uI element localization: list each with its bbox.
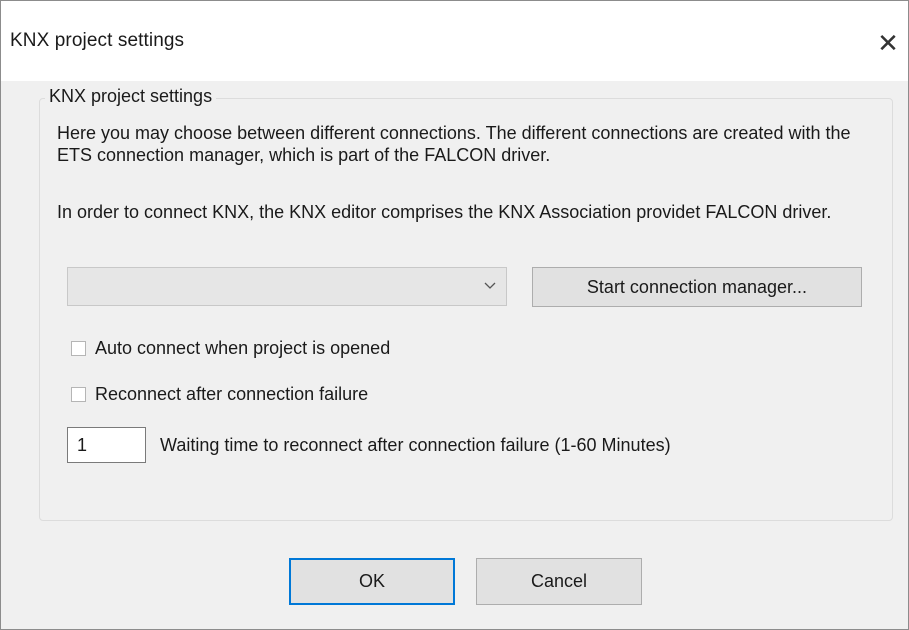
description-connections: Here you may choose between different co… [57, 123, 851, 165]
connection-combobox[interactable] [67, 267, 507, 306]
start-connection-manager-button[interactable]: Start connection manager... [532, 267, 862, 307]
description-falcon-driver: In order to connect KNX, the KNX editor … [57, 202, 832, 222]
auto-connect-label: Auto connect when project is opened [95, 338, 391, 358]
waiting-time-input[interactable] [67, 427, 146, 463]
cancel-button[interactable]: Cancel [476, 558, 642, 605]
reconnect-checkbox[interactable] [71, 387, 86, 402]
waiting-time-label: Waiting time to reconnect after connecti… [160, 435, 671, 455]
reconnect-option[interactable]: Reconnect after connection failure [71, 384, 368, 405]
reconnect-label: Reconnect after connection failure [95, 384, 369, 404]
start-connection-manager-label: Start connection manager... [586, 276, 808, 297]
cancel-label: Cancel [530, 571, 588, 591]
auto-connect-checkbox[interactable] [71, 341, 86, 356]
group-legend: KNX project settings [45, 86, 217, 107]
ok-label: OK [358, 571, 385, 591]
title-bar[interactable]: KNX project settings ✕ [1, 1, 908, 81]
close-icon: ✕ [877, 27, 899, 58]
chevron-down-icon [484, 282, 496, 289]
dialog-window: KNX project settings ✕ KNX project setti… [0, 0, 909, 630]
auto-connect-option[interactable]: Auto connect when project is opened [71, 338, 390, 359]
close-button[interactable]: ✕ [868, 21, 908, 65]
ok-button[interactable]: OK [289, 558, 455, 605]
window-title: KNX project settings [10, 30, 185, 51]
